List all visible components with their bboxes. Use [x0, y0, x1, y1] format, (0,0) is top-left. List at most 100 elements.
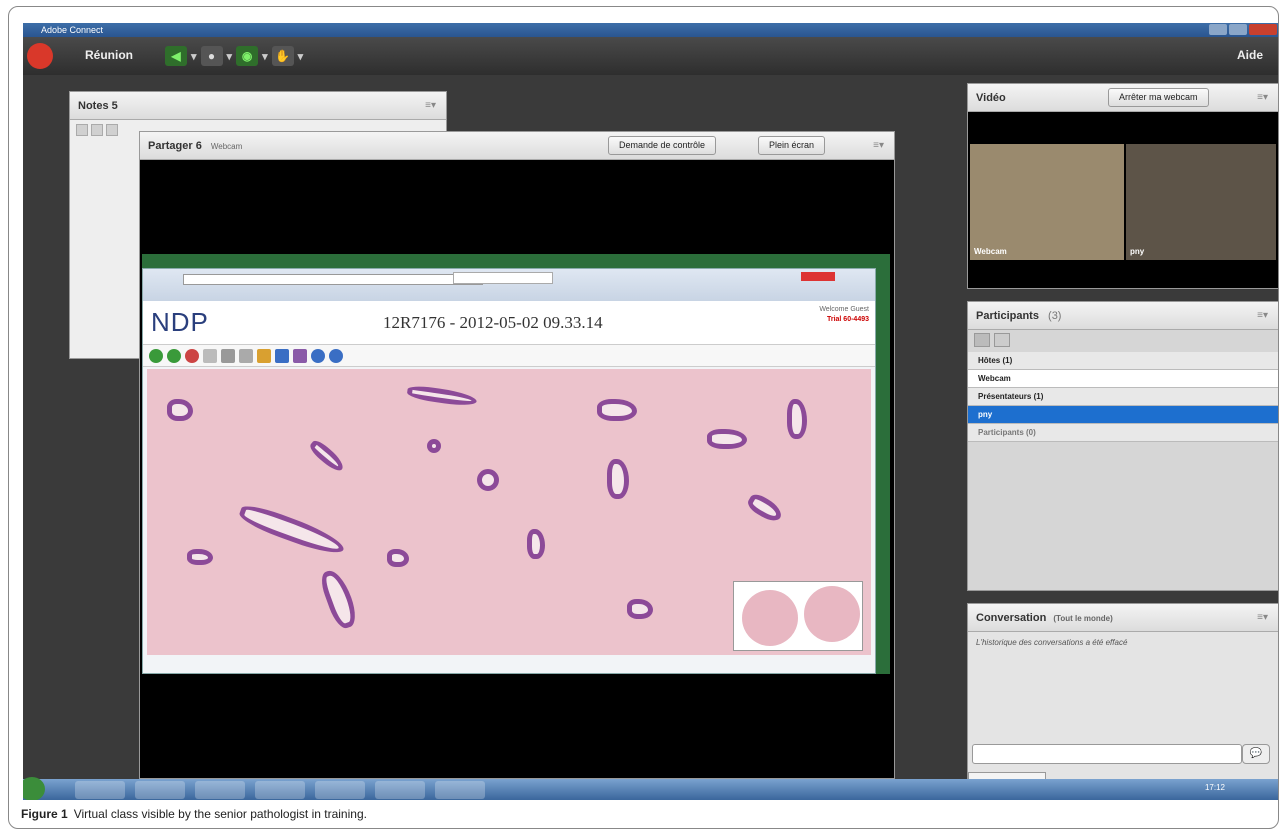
- taskbar-item-app[interactable]: [435, 781, 485, 799]
- adobe-connect-logo-icon: [27, 43, 53, 69]
- info-icon[interactable]: [311, 348, 325, 363]
- focus-icon[interactable]: [239, 348, 253, 363]
- presenters-group-header[interactable]: Présentateurs (1): [968, 388, 1278, 406]
- chevron-down-icon[interactable]: ▾: [298, 50, 304, 63]
- sort-icon[interactable]: [994, 333, 1011, 347]
- save-icon[interactable]: [275, 348, 289, 363]
- ndp-logo: NDP: [151, 307, 209, 337]
- font-size-icon[interactable]: [76, 124, 88, 136]
- back-icon[interactable]: [149, 348, 163, 363]
- window-title: Adobe Connect: [41, 25, 104, 35]
- participants-toolbar: [968, 330, 1278, 352]
- slide-overview-thumbnail[interactable]: [733, 581, 863, 651]
- video-tile-pny[interactable]: pny: [1126, 144, 1276, 260]
- welcome-text: Welcome Guest: [819, 306, 869, 313]
- figure-label: Figure 1: [21, 807, 68, 821]
- speaker-icon[interactable]: ◀: [165, 46, 187, 66]
- browser-toolbar: [143, 269, 875, 301]
- zoom-icon[interactable]: [221, 348, 235, 363]
- share-pod-header: Partager 6 Webcam Demande de contrôle Pl…: [140, 132, 894, 160]
- maximize-button[interactable]: [1229, 24, 1247, 35]
- address-bar[interactable]: [183, 274, 483, 285]
- home-icon[interactable]: [185, 348, 199, 363]
- meeting-menu[interactable]: Réunion: [85, 48, 133, 62]
- video-pod-title: Vidéo: [976, 92, 1006, 104]
- figure-caption-text: Virtual class visible by the senior path…: [73, 807, 367, 821]
- chat-pod-header: Conversation (Tout le monde) ≡▾: [968, 604, 1278, 632]
- taskbar-item-folder[interactable]: [195, 781, 245, 799]
- share-pod-subtitle: Webcam: [210, 142, 243, 151]
- windows-taskbar: 17:12: [23, 777, 1278, 800]
- figure-frame: Adobe Connect Réunion ◀ ▾ ● ▾ ◉ ▾ ✋ ▾ Aide: [8, 6, 1279, 829]
- pod-menu-icon[interactable]: ≡▾: [1257, 84, 1268, 112]
- menubar: Réunion ◀ ▾ ● ▾ ◉ ▾ ✋ ▾ Aide: [23, 37, 1278, 75]
- pod-menu-icon[interactable]: ≡▾: [1257, 604, 1268, 632]
- ndp-toolbar: [143, 345, 875, 367]
- taskbar-item-window[interactable]: [375, 781, 425, 799]
- notes-pod-title: Notes 5: [78, 100, 118, 112]
- page-icon[interactable]: [203, 348, 217, 363]
- list-view-icon[interactable]: [974, 333, 990, 347]
- screenshot: Adobe Connect Réunion ◀ ▾ ● ▾ ◉ ▾ ✋ ▾ Aide: [23, 23, 1278, 800]
- figure-caption: Figure 1 Virtual class visible by the sen…: [21, 807, 367, 821]
- participants-pod-title: Participants: [976, 310, 1039, 322]
- help-menu[interactable]: Aide: [1237, 48, 1263, 62]
- chat-input[interactable]: [972, 744, 1242, 764]
- chat-message: L'historique des conversations a été eff…: [976, 638, 1128, 647]
- raise-hand-icon[interactable]: ✋: [271, 46, 294, 66]
- request-control-button[interactable]: Demande de contrôle: [608, 136, 717, 155]
- speech-bubble-icon: 💬: [1249, 748, 1263, 759]
- pod-menu-icon[interactable]: ≡▾: [873, 132, 884, 160]
- help-icon[interactable]: [329, 348, 343, 363]
- chat-pod: Conversation (Tout le monde) ≡▾ L'histor…: [967, 603, 1278, 795]
- bold-icon[interactable]: [106, 124, 118, 136]
- webcam-icon[interactable]: ◉: [236, 46, 259, 66]
- send-message-button[interactable]: 💬: [1242, 744, 1270, 764]
- bookmarks-bar[interactable]: [147, 288, 871, 298]
- participants-count: (3): [1048, 310, 1062, 322]
- taskbar-item-connect[interactable]: [315, 781, 365, 799]
- participants-pod-header: Participants (3) ≡▾: [968, 302, 1278, 330]
- close-button[interactable]: [1249, 24, 1277, 35]
- pod-menu-icon[interactable]: ≡▾: [1257, 302, 1268, 330]
- microphone-icon[interactable]: ●: [200, 46, 223, 66]
- share-pod: Partager 6 Webcam Demande de contrôle Pl…: [139, 131, 895, 779]
- participant-row-selected[interactable]: pny: [968, 406, 1278, 424]
- video-tile-webcam[interactable]: Webcam: [970, 144, 1124, 260]
- participants-group-header[interactable]: Participants (0): [968, 424, 1278, 442]
- forward-icon[interactable]: [167, 348, 181, 363]
- chevron-down-icon[interactable]: ▾: [262, 50, 268, 63]
- video-tile-label: Webcam: [974, 247, 1007, 256]
- user-info: Welcome Guest Trial 60-4493: [819, 305, 869, 325]
- slide-title: 12R7176 - 2012-05-02 09.33.14: [383, 313, 603, 332]
- pod-menu-icon[interactable]: ≡▾: [425, 92, 436, 120]
- start-button[interactable]: [23, 777, 45, 800]
- browser-window: NDP 12R7176 - 2012-05-02 09.33.14 Welcom…: [142, 268, 876, 674]
- right-panel: Vidéo Arrêter ma webcam ≡▾ Webcam pny Pa…: [967, 75, 1278, 795]
- taskbar-item-ie[interactable]: [255, 781, 305, 799]
- chevron-down-icon[interactable]: ▾: [227, 50, 233, 63]
- hosts-group-header[interactable]: Hôtes (1): [968, 352, 1278, 370]
- stop-webcam-button[interactable]: Arrêter ma webcam: [1108, 88, 1209, 107]
- window-titlebar: Adobe Connect: [23, 23, 1278, 37]
- chevron-down-icon[interactable]: ▾: [191, 50, 197, 63]
- browser-close-chip[interactable]: [801, 272, 835, 281]
- window-controls: [1209, 24, 1277, 35]
- shared-desktop: NDP 12R7176 - 2012-05-02 09.33.14 Welcom…: [142, 254, 890, 674]
- taskbar-item-explorer[interactable]: [75, 781, 125, 799]
- minimize-button[interactable]: [1209, 24, 1227, 35]
- video-pod: Vidéo Arrêter ma webcam ≡▾ Webcam pny: [967, 83, 1278, 289]
- chat-pod-title: Conversation: [976, 612, 1047, 624]
- pen-icon[interactable]: [257, 348, 271, 363]
- chat-scope: (Tout le monde): [1053, 614, 1113, 623]
- fullscreen-button[interactable]: Plein écran: [758, 136, 826, 155]
- meeting-stage: Notes 5 ≡▾ Partager 6 Webcam Demande de …: [23, 75, 963, 779]
- chevron-down-icon[interactable]: [91, 124, 103, 136]
- annotate-icon[interactable]: [293, 348, 307, 363]
- audio-controls: ◀ ▾ ● ▾ ◉ ▾ ✋ ▾: [165, 45, 303, 67]
- browser-tab[interactable]: [453, 272, 553, 284]
- participant-row[interactable]: Webcam: [968, 370, 1278, 388]
- taskbar-item-media[interactable]: [135, 781, 185, 799]
- taskbar-clock: 17:12: [1204, 783, 1225, 792]
- histology-slide-image[interactable]: [147, 369, 871, 655]
